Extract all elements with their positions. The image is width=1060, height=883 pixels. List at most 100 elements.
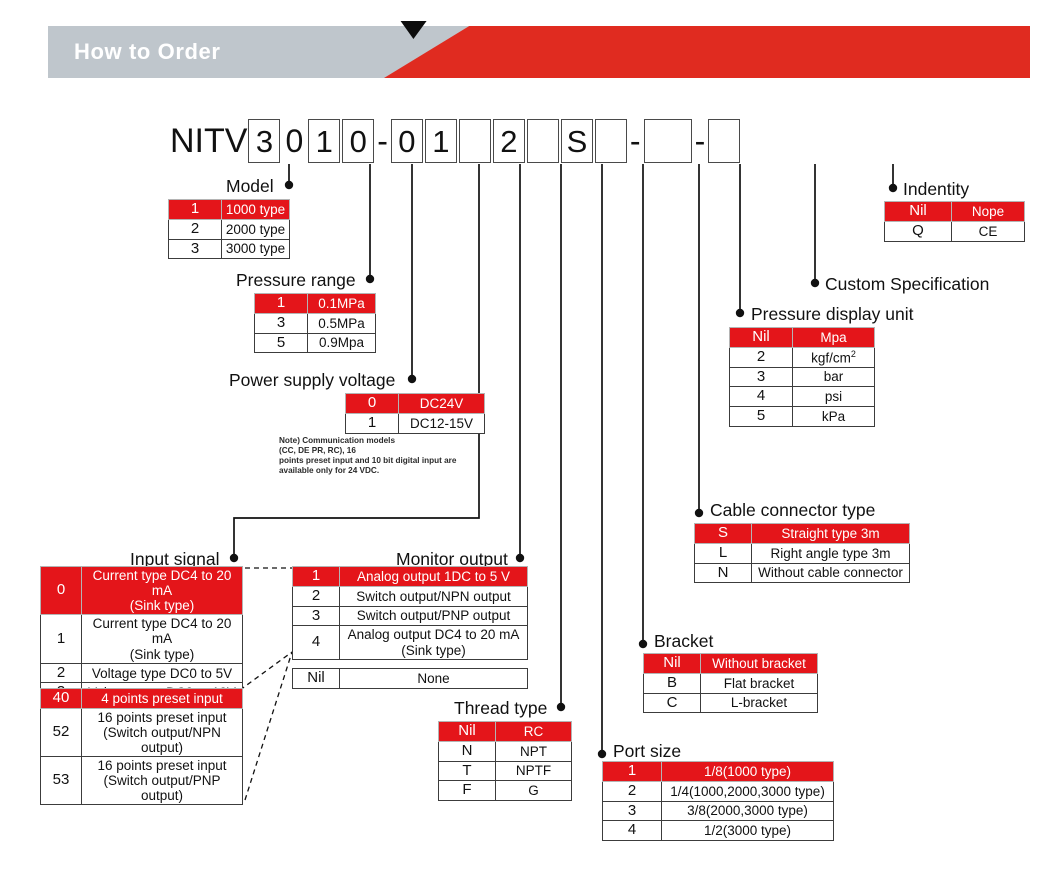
table-row[interactable]: 40 4 points preset input bbox=[40, 688, 243, 709]
table-row[interactable]: C L-bracket bbox=[643, 692, 818, 714]
label-power-supply-voltage: Power supply voltage bbox=[229, 370, 396, 390]
option-description: Voltage type DC0 to 5V bbox=[81, 662, 243, 684]
option-description: 4 points preset input bbox=[81, 688, 243, 709]
table-row[interactable]: 2 Voltage type DC0 to 5V bbox=[40, 662, 243, 684]
part-number-dash-14: - bbox=[694, 123, 706, 159]
option-code: F bbox=[438, 780, 496, 802]
table-row[interactable]: L Right angle type 3m bbox=[694, 542, 910, 564]
table-row[interactable]: 3 3/8(2000,3000 type) bbox=[602, 800, 834, 822]
table-power-supply-voltage: 0 DC24V 1 DC12-15V bbox=[345, 393, 485, 434]
table-row[interactable]: 3 3000 type bbox=[168, 238, 290, 260]
part-number-box-0[interactable]: 3 bbox=[248, 119, 281, 163]
label-thread-type: Thread type bbox=[454, 698, 548, 718]
table-row[interactable]: 5 kPa bbox=[729, 406, 875, 427]
table-row[interactable]: 1 Current type DC4 to 20 mA (Sink type) bbox=[40, 614, 243, 664]
option-code: 1 bbox=[40, 614, 82, 664]
option-description: 0.9Mpa bbox=[307, 332, 376, 354]
table-row[interactable]: Nil Nope bbox=[884, 201, 1025, 222]
part-number-box-11[interactable] bbox=[594, 119, 627, 163]
table-thread-type: Nil RC N NPT T NPTF F G bbox=[438, 721, 572, 802]
option-description: 0.5MPa bbox=[307, 312, 376, 334]
banner-red-shape bbox=[384, 26, 1030, 78]
part-number-box-2[interactable]: 1 bbox=[308, 119, 341, 163]
option-description: Current type DC4 to 20 mA (Sink type) bbox=[81, 614, 243, 664]
table-pressure-display-unit: Nil Mpa 2 kgf/cm2 3 bar 4 psi 5 kPa bbox=[729, 327, 875, 427]
option-code: 4 bbox=[292, 625, 340, 660]
table-row[interactable]: Nil RC bbox=[438, 721, 572, 742]
option-code: Q bbox=[884, 220, 952, 242]
table-row[interactable]: 1 1/8(1000 type) bbox=[602, 761, 834, 782]
table-row[interactable]: Nil None bbox=[292, 668, 528, 689]
table-row[interactable]: 3 bar bbox=[729, 366, 875, 388]
option-code: N bbox=[694, 562, 752, 584]
option-code: 1 bbox=[168, 199, 222, 220]
option-code: 53 bbox=[40, 756, 82, 806]
option-code: 5 bbox=[254, 332, 308, 354]
table-row[interactable]: Nil Mpa bbox=[729, 327, 875, 348]
table-row[interactable]: 4 1/2(3000 type) bbox=[602, 820, 834, 842]
part-number-box-6[interactable]: 1 bbox=[424, 119, 457, 163]
table-row[interactable]: 1 DC12-15V bbox=[345, 412, 485, 434]
option-description: DC12-15V bbox=[398, 412, 485, 434]
option-description: 16 points preset input (Switch output/PNP… bbox=[81, 756, 243, 806]
table-row[interactable]: 4 psi bbox=[729, 386, 875, 408]
table-row[interactable]: B Flat bracket bbox=[643, 672, 818, 694]
option-code: Nil bbox=[884, 201, 952, 222]
table-row[interactable]: 0 DC24V bbox=[345, 393, 485, 414]
label-pressure-display-unit: Pressure display unit bbox=[751, 304, 914, 324]
table-row[interactable]: 2 kgf/cm2 bbox=[729, 346, 875, 368]
table-row[interactable]: Nil Without bracket bbox=[643, 653, 818, 674]
option-description: bar bbox=[792, 366, 875, 388]
table-row[interactable]: 0 Current type DC4 to 20 mA (Sink type) bbox=[40, 565, 243, 616]
table-row[interactable]: 4 Analog output DC4 to 20 mA (Sink type) bbox=[292, 625, 528, 660]
part-number-box-3[interactable]: 0 bbox=[342, 119, 375, 163]
option-code: 4 bbox=[729, 386, 793, 408]
option-description: Without bracket bbox=[700, 653, 818, 674]
power-supply-note: Note) Communication models (CC, DE PR, R… bbox=[279, 436, 457, 475]
label-pressure-range: Pressure range bbox=[236, 270, 356, 290]
label-bracket: Bracket bbox=[654, 631, 714, 651]
part-number-box-5[interactable]: 0 bbox=[390, 119, 423, 163]
part-number-box-13[interactable] bbox=[643, 119, 692, 163]
table-input-signal: 0 Current type DC4 to 20 mA (Sink type) 1 Cu… bbox=[40, 565, 243, 704]
part-number-box-7[interactable] bbox=[458, 119, 491, 163]
option-code: 52 bbox=[40, 707, 82, 758]
part-number-box-9[interactable] bbox=[526, 119, 559, 163]
table-monitor-output: 1 Analog output 1DC to 5 V 2 Switch output/… bbox=[292, 566, 528, 660]
option-description: 1/2(3000 type) bbox=[661, 820, 834, 842]
table-row[interactable]: 2 1/4(1000,2000,3000 type) bbox=[602, 780, 834, 802]
option-code: 0 bbox=[40, 565, 82, 616]
option-description: 1000 type bbox=[221, 199, 290, 220]
option-code: 2 bbox=[729, 346, 793, 368]
option-code: 0 bbox=[345, 393, 399, 414]
option-description: Right angle type 3m bbox=[751, 542, 910, 564]
table-row[interactable]: 1 1000 type bbox=[168, 199, 290, 220]
option-description: Analog output DC4 to 20 mA (Sink type) bbox=[339, 625, 528, 660]
table-row[interactable]: 3 Switch output/PNP output bbox=[292, 605, 528, 627]
option-code: 4 bbox=[602, 820, 662, 842]
table-row[interactable]: 2 2000 type bbox=[168, 218, 290, 240]
table-bracket: Nil Without bracket B Flat bracket C L-bracke… bbox=[643, 653, 818, 714]
table-row[interactable]: 53 16 points preset input (Switch output/P… bbox=[40, 756, 243, 806]
table-row[interactable]: 3 0.5MPa bbox=[254, 312, 376, 334]
part-number-box-15[interactable] bbox=[708, 119, 741, 163]
part-number-box-8[interactable]: 2 bbox=[492, 119, 525, 163]
option-code: S bbox=[694, 523, 752, 544]
option-description: NPT bbox=[495, 740, 572, 762]
table-row[interactable]: Q CE bbox=[884, 220, 1025, 242]
label-port-size: Port size bbox=[613, 741, 682, 761]
table-row[interactable]: N Without cable connector bbox=[694, 562, 910, 584]
table-row[interactable]: 1 0.1MPa bbox=[254, 293, 376, 314]
part-number-box-10[interactable]: S bbox=[560, 119, 593, 163]
part-number-row: NITV 3010-012S-- bbox=[170, 118, 741, 164]
table-row[interactable]: 2 Switch output/NPN output bbox=[292, 585, 528, 607]
table-row[interactable]: N NPT bbox=[438, 740, 572, 762]
table-row[interactable]: 1 Analog output 1DC to 5 V bbox=[292, 566, 528, 587]
table-row[interactable]: 52 16 points preset input (Switch output/N… bbox=[40, 707, 243, 758]
option-description: Without cable connector bbox=[751, 562, 910, 584]
table-row[interactable]: FG bbox=[438, 780, 572, 802]
table-row[interactable]: T NPTF bbox=[438, 760, 572, 782]
table-row[interactable]: S Straight type 3m bbox=[694, 523, 910, 544]
option-code: Nil bbox=[729, 327, 793, 348]
table-row[interactable]: 5 0.9Mpa bbox=[254, 332, 376, 354]
